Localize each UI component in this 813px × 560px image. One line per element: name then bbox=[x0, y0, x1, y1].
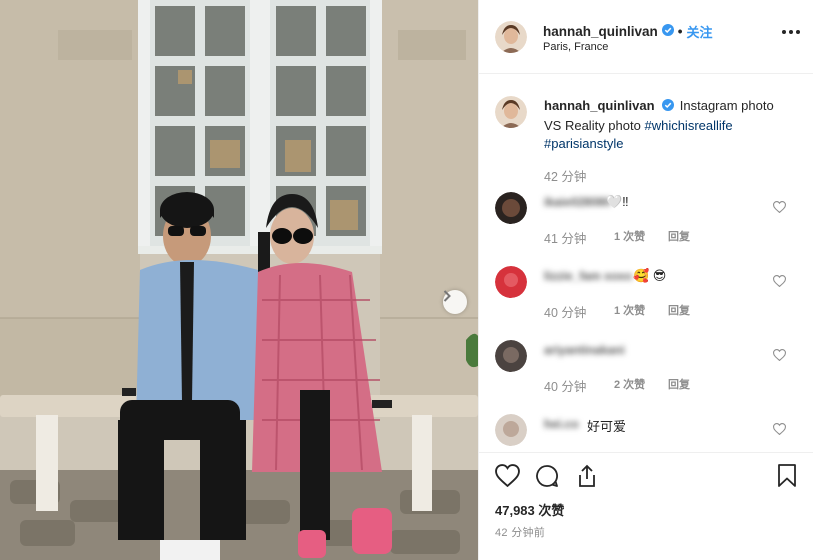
comment-meta: 40 分钟 2 次赞 回复 bbox=[544, 376, 690, 395]
comment-item: hei.co 好可爱 bbox=[479, 414, 813, 452]
comment-likes[interactable]: 1 次赞 bbox=[614, 302, 668, 321]
commenter-avatar[interactable] bbox=[495, 266, 527, 298]
bookmark-icon[interactable] bbox=[777, 464, 797, 491]
commenter-username[interactable]: lizzie_fam xoxo bbox=[544, 269, 632, 283]
street-photo-illustration bbox=[0, 0, 478, 560]
more-options-icon[interactable] bbox=[782, 30, 800, 34]
likes-count[interactable]: 47,983 次赞 bbox=[495, 500, 564, 519]
heart-icon[interactable] bbox=[772, 422, 787, 438]
hashtag-parisianstyle[interactable]: #parisianstyle bbox=[544, 136, 624, 151]
comment-text: 🥰 😎 bbox=[633, 268, 667, 283]
verified-badge-icon bbox=[661, 24, 674, 39]
heart-icon[interactable] bbox=[772, 274, 787, 290]
caption-text: hannah_quinlivan Instagram photo VS Real… bbox=[544, 97, 794, 154]
comment-item: ikaie028080 🤍‼ 41 分钟 1 次赞 回复 bbox=[479, 192, 813, 266]
caption-avatar[interactable] bbox=[495, 96, 527, 128]
commenter-username[interactable]: ariyantinakani bbox=[544, 343, 625, 357]
comment-item: ariyantinakani 🤍 40 分钟 2 次赞 回复 bbox=[479, 340, 813, 414]
verified-badge-icon bbox=[662, 98, 675, 117]
comment-time: 40 分钟 bbox=[544, 380, 587, 394]
share-icon[interactable] bbox=[575, 464, 599, 491]
post-location[interactable]: Paris, France bbox=[543, 41, 608, 53]
heart-icon[interactable] bbox=[772, 348, 787, 364]
post-side-panel: hannah_quinlivan • 关注 Paris, France hann… bbox=[478, 0, 813, 560]
post-header: hannah_quinlivan • 关注 Paris, France bbox=[479, 0, 813, 74]
caption-time: 42 分钟 bbox=[544, 170, 587, 184]
comment-likes[interactable]: 1 次赞 bbox=[614, 228, 668, 247]
comments-list[interactable]: hannah_quinlivan Instagram photo VS Real… bbox=[479, 74, 813, 452]
comment-text: 🤍‼ bbox=[606, 194, 629, 209]
post-photo[interactable] bbox=[0, 0, 478, 560]
comment-text: 好可爱 bbox=[587, 419, 627, 434]
heart-icon[interactable] bbox=[772, 200, 787, 216]
reply-button[interactable]: 回复 bbox=[668, 302, 690, 321]
comment-icon[interactable] bbox=[535, 464, 559, 491]
commenter-username[interactable]: hei.co bbox=[544, 417, 579, 431]
instagram-post: hannah_quinlivan • 关注 Paris, France hann… bbox=[0, 0, 813, 560]
reply-button[interactable]: 回复 bbox=[668, 228, 690, 247]
commenter-avatar[interactable] bbox=[495, 192, 527, 224]
commenter-avatar[interactable] bbox=[495, 340, 527, 372]
comment-item: lizzie_fam xoxo 🥰 😎 40 分钟 1 次赞 回复 bbox=[479, 266, 813, 340]
reply-button[interactable]: 回复 bbox=[668, 376, 690, 395]
heart-icon[interactable] bbox=[495, 464, 520, 490]
commenter-username[interactable]: ikaie028080 bbox=[544, 195, 611, 209]
separator-dot: • bbox=[677, 24, 683, 39]
hashtag-whichisreallife[interactable]: #whichisreallife bbox=[644, 118, 732, 133]
comment-meta: 41 分钟 1 次赞 回复 bbox=[544, 228, 690, 247]
next-photo-button[interactable] bbox=[443, 290, 467, 314]
comment-meta: 40 分钟 1 次赞 回复 bbox=[544, 302, 690, 321]
comment-time: 40 分钟 bbox=[544, 306, 587, 320]
author-name-row: hannah_quinlivan • 关注 bbox=[543, 22, 713, 41]
commenter-avatar[interactable] bbox=[495, 414, 527, 446]
follow-button[interactable]: 关注 bbox=[687, 22, 713, 41]
post-actions: 47,983 次赞 42 分钟前 bbox=[479, 452, 813, 560]
author-avatar[interactable] bbox=[495, 21, 527, 53]
author-username[interactable]: hannah_quinlivan bbox=[543, 24, 658, 39]
comment-likes[interactable]: 2 次赞 bbox=[614, 376, 668, 395]
caption-username[interactable]: hannah_quinlivan bbox=[544, 98, 655, 113]
comment-time: 41 分钟 bbox=[544, 232, 587, 246]
post-timestamp: 42 分钟前 bbox=[495, 527, 546, 539]
